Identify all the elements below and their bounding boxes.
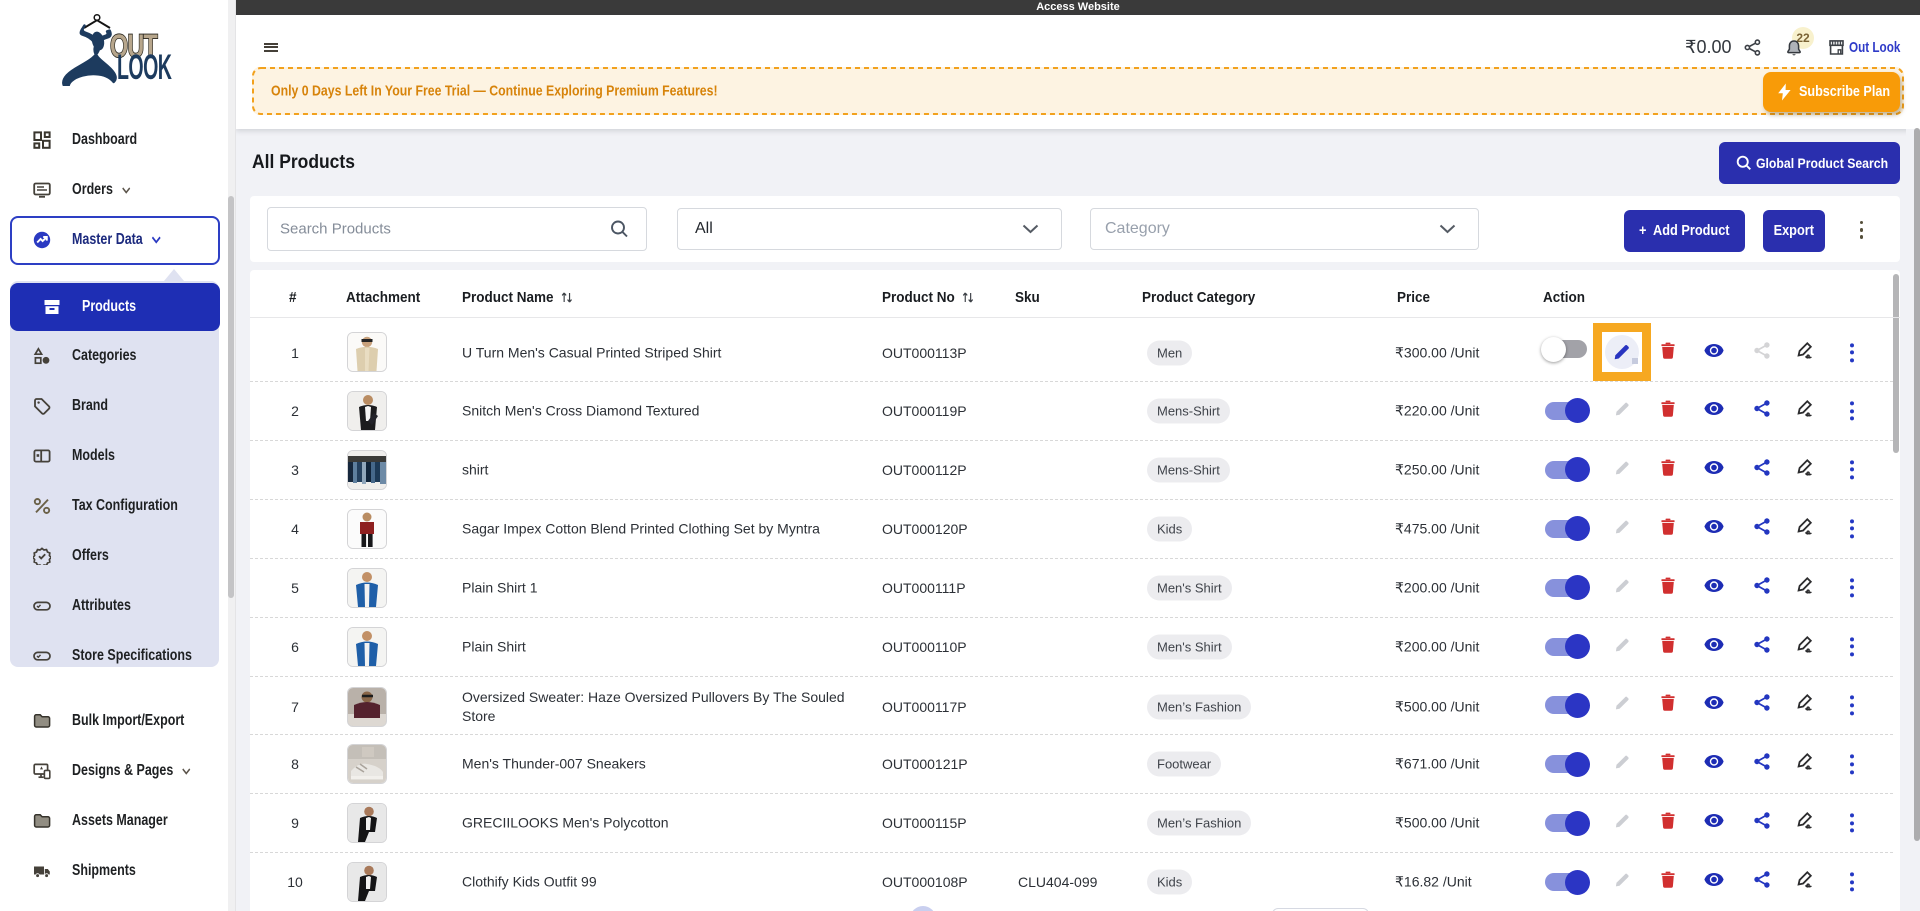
svg-text:LOOK: LOOK: [117, 48, 172, 86]
